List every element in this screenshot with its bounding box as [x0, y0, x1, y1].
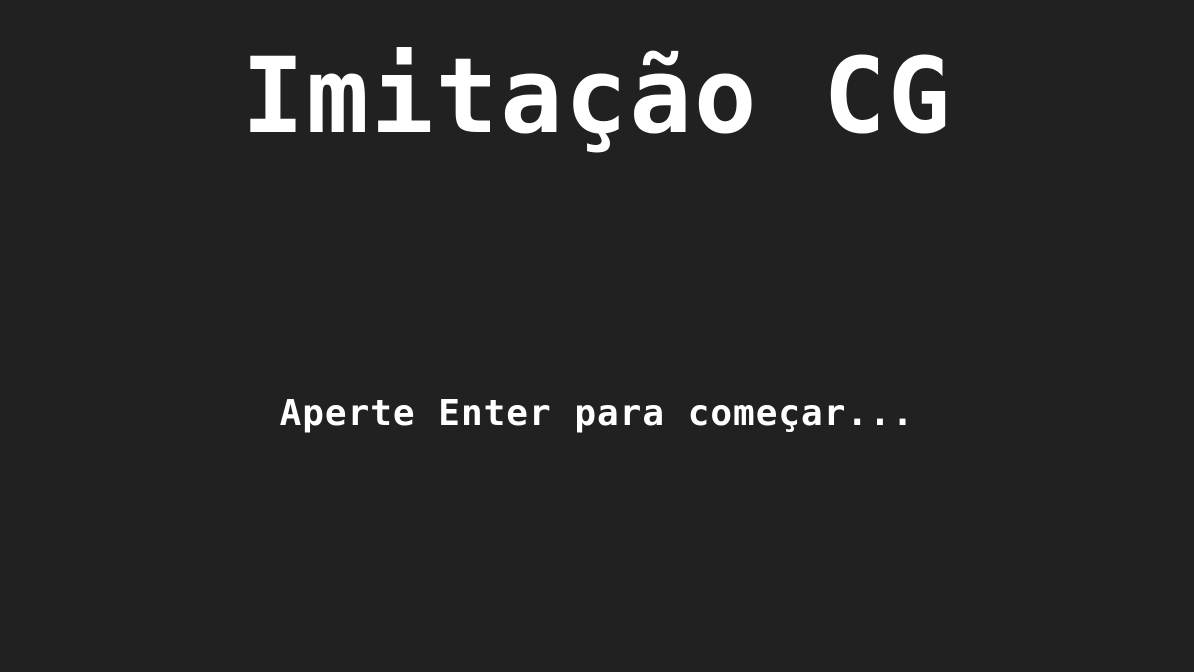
- title-block: Imitação CG Imitação CG: [0, 40, 1194, 200]
- title-screen[interactable]: Imitação CG Imitação CG Aperte Enter par…: [0, 0, 1194, 672]
- title-reflection: Imitação CG: [0, 106, 1194, 192]
- start-prompt: Aperte Enter para começar...: [279, 393, 915, 434]
